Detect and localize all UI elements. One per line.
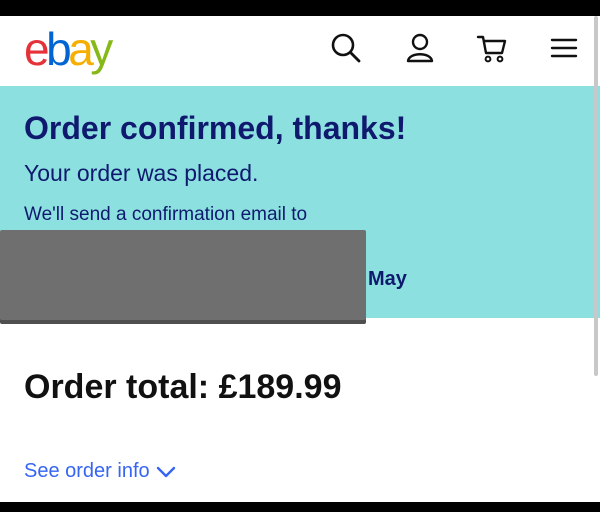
logo-letter-b: b [46, 23, 72, 75]
see-order-info-link[interactable]: See order info [24, 460, 176, 483]
scrollbar[interactable] [594, 16, 598, 376]
order-total: Order total: £189.99 [24, 368, 342, 406]
header-bar: ebay [0, 16, 600, 84]
chevron-down-icon [156, 465, 176, 479]
see-order-info-label: See order info [24, 460, 150, 482]
cart-icon [476, 35, 507, 63]
cart-button[interactable] [474, 30, 510, 66]
banner-tail-text: May [368, 268, 407, 290]
banner-title: Order confirmed, thanks! [24, 110, 407, 146]
menu-icon [550, 38, 578, 58]
search-button[interactable] [328, 30, 364, 66]
logo-letter-e: e [24, 23, 50, 75]
ebay-logo[interactable]: ebay [24, 23, 113, 75]
account-icon [406, 33, 434, 63]
logo-letter-a: a [68, 23, 94, 75]
account-button[interactable] [402, 30, 438, 66]
search-icon [331, 33, 361, 63]
order-confirmed-banner: Order confirmed, thanks! Your order was … [0, 86, 600, 320]
redacted-block [0, 230, 366, 320]
confirmation-email-text: We'll send a confirmation email to [24, 204, 308, 225]
logo-letter-y: y [90, 23, 113, 75]
menu-button[interactable] [546, 30, 582, 66]
app-screen: ebay Order confirmed, thanks! Your order… [0, 16, 600, 502]
banner-subtitle: Your order was placed. [24, 160, 259, 186]
